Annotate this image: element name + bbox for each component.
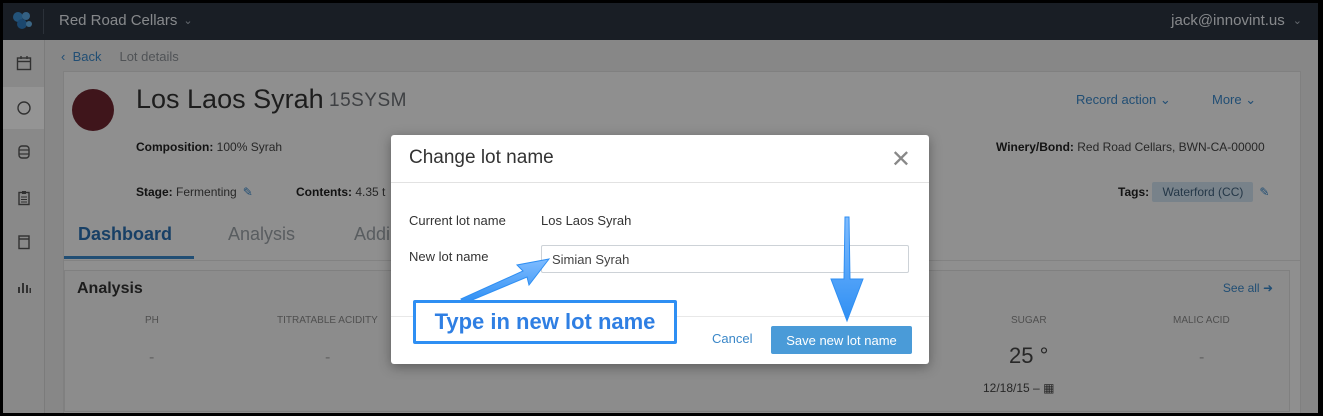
arrow-to-input — [460, 258, 551, 304]
arrow-to-save-button — [830, 216, 864, 323]
app-frame: Red Road Cellars ⌄ jack@innovint.us ⌄ ‹ — [3, 3, 1318, 413]
callout-text: Type in new lot name — [434, 309, 656, 334]
annotation-callout: Type in new lot name — [413, 300, 677, 344]
annotation-arrows — [460, 216, 864, 323]
